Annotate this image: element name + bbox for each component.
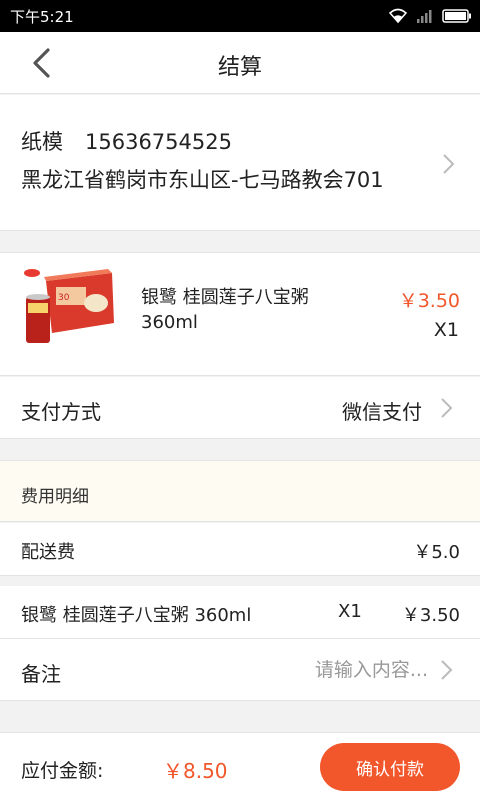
svg-text:30: 30 — [58, 293, 70, 303]
status-icons — [388, 6, 472, 26]
confirm-payment-button[interactable]: 确认付款 — [320, 743, 460, 791]
battery-icon — [442, 9, 471, 23]
address-section[interactable]: 纸模 15636754525 黑龙江省鹤岗市东山区-七马路教会701 — [0, 95, 480, 231]
chevron-right-icon — [443, 154, 455, 174]
item-fee-label: 银鹭 桂圆莲子八宝粥 360ml — [21, 605, 252, 626]
address-contact: 纸模 15636754525 — [21, 126, 232, 156]
delivery-fee-row: 配送费 ￥5.0 — [0, 523, 480, 576]
address-detail: 黑龙江省鹤岗市东山区-七马路教会701 — [21, 168, 384, 192]
item-fee-quantity: X1 — [338, 601, 362, 622]
product-box-image: 30 — [24, 269, 114, 343]
status-bar: 下午5:21 — [0, 0, 480, 32]
status-time: 下午5:21 — [10, 8, 74, 26]
note-row: 备注 — [0, 639, 480, 701]
amount-due-label: 应付金额: — [21, 760, 104, 782]
item-fee-row: 银鹭 桂圆莲子八宝粥 360ml X1 ￥3.50 — [0, 586, 480, 639]
chevron-right-icon — [441, 660, 453, 680]
address-phone: 15636754525 — [85, 130, 232, 154]
address-name: 纸模 — [21, 130, 63, 154]
checkout-footer: 应付金额: ￥8.50 确认付款 — [0, 732, 480, 800]
product-name: 银鹭 桂圆莲子八宝粥360ml — [141, 287, 309, 333]
product-quantity: X1 — [433, 319, 459, 341]
delivery-fee-amount: ￥5.0 — [413, 542, 460, 563]
payment-method-label: 支付方式 — [21, 400, 101, 424]
delivery-fee-label: 配送费 — [21, 542, 75, 563]
note-input[interactable] — [230, 653, 428, 687]
note-label: 备注 — [21, 662, 61, 686]
payment-method-row[interactable]: 支付方式 微信支付 — [0, 377, 480, 439]
product-item: 30 银鹭 桂圆莲子八宝粥360ml ￥3.50 X1 — [0, 252, 480, 376]
fee-details-title: 费用明细 — [21, 487, 89, 507]
chevron-right-icon — [441, 398, 453, 418]
wifi-icon — [388, 8, 408, 24]
amount-due-value: ￥8.50 — [163, 759, 228, 783]
product-price: ￥3.50 — [398, 290, 460, 312]
item-fee-amount: ￥3.50 — [401, 605, 460, 626]
payment-method-value: 微信支付 — [342, 400, 422, 424]
page-title: 结算 — [217, 55, 262, 80]
signal-icon — [417, 10, 432, 23]
nav-bar: 结算 — [0, 32, 480, 94]
fee-details-header: 费用明细 — [0, 460, 480, 522]
